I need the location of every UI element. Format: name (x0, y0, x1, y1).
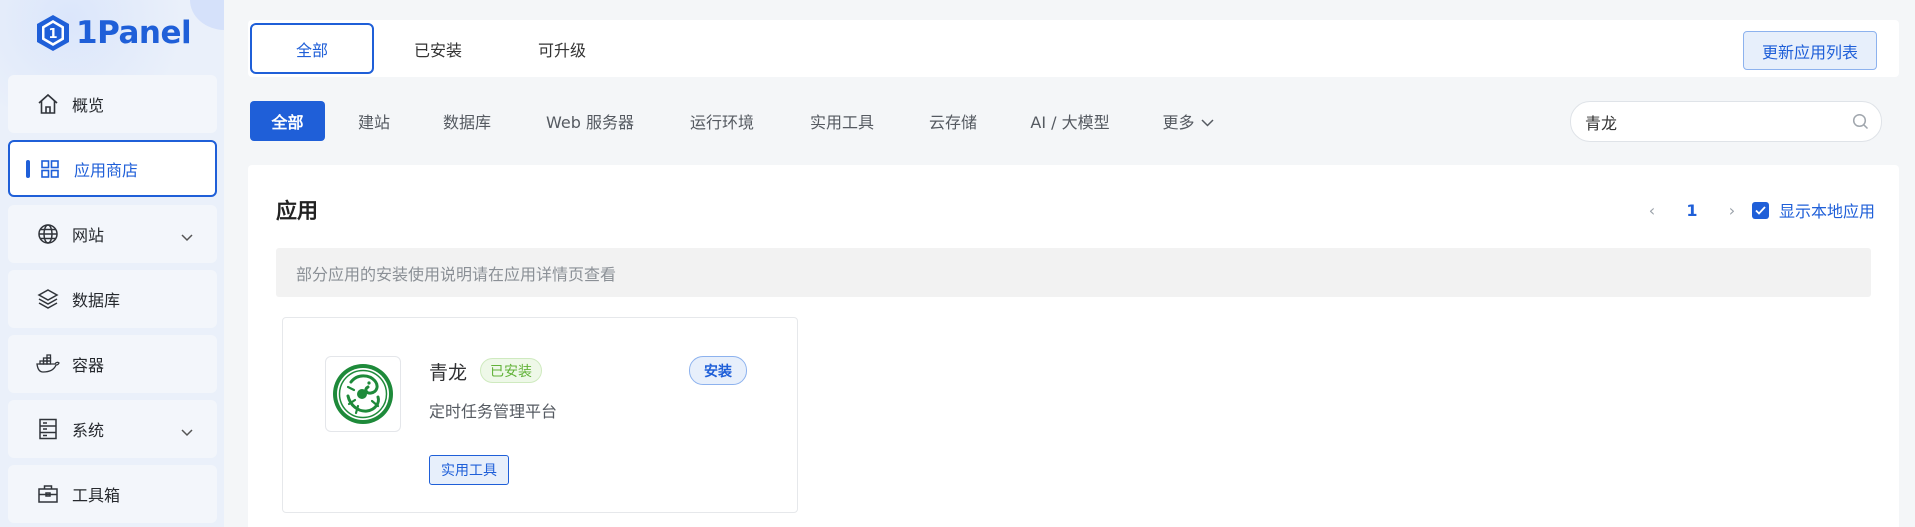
search-icon[interactable] (1852, 113, 1869, 134)
tab-upgradable[interactable]: 可升级 (502, 23, 622, 74)
check-icon (1755, 205, 1766, 215)
layers-icon (36, 287, 60, 311)
apps-panel: 应用 ‹ 1 › 显示本地应用 部分应用的安装使用说明请在应用详情页查看 青龙 … (248, 165, 1899, 527)
app-category-tag[interactable]: 实用工具 (429, 455, 509, 485)
pagination: ‹ 1 › 显示本地应用 (1642, 198, 1875, 222)
show-local-checkbox[interactable] (1751, 201, 1769, 219)
sidebar-item-overview[interactable]: 概览 (8, 75, 217, 133)
logo-icon: 1 (37, 15, 69, 51)
sidebar-item-label: 网站 (72, 226, 105, 245)
chevron-down-icon (1200, 112, 1214, 131)
top-tab-bar: 全部 已安装 可升级 更新应用列表 (248, 20, 1899, 77)
chevron-right-icon[interactable]: › (1722, 201, 1742, 220)
category-web-server[interactable]: Web 服务器 (532, 101, 648, 141)
chevron-down-icon (181, 422, 193, 441)
qinglong-logo-icon (325, 356, 401, 432)
sidebar-item-app-store[interactable]: 应用商店 (8, 140, 217, 197)
sidebar-item-database[interactable]: 数据库 (8, 270, 217, 328)
category-more[interactable]: 更多 (1152, 101, 1224, 141)
sidebar-item-label: 概览 (72, 96, 105, 115)
category-ai[interactable]: AI / 大模型 (1020, 101, 1120, 141)
search-input-value: 青龙 (1585, 113, 1618, 133)
home-icon (36, 92, 60, 116)
app-name: 青龙 (429, 362, 468, 384)
tab-installed[interactable]: 已安装 (378, 23, 498, 74)
sidebar-item-container[interactable]: 容器 (8, 335, 217, 393)
toolbox-icon (36, 482, 60, 506)
installed-badge: 已安装 (480, 358, 542, 383)
sidebar-item-label: 工具箱 (72, 486, 121, 505)
sidebar-item-label: 数据库 (72, 291, 121, 310)
docker-icon (36, 352, 60, 376)
app-description: 定时任务管理平台 (429, 402, 558, 421)
sidebar-item-system[interactable]: 系统 (8, 400, 217, 458)
sidebar-item-label: 系统 (72, 421, 105, 440)
sidebar-item-label: 应用商店 (74, 160, 139, 180)
brand-logo[interactable]: 1 1Panel (36, 12, 192, 54)
search-input[interactable]: 青龙 (1570, 101, 1882, 142)
tab-all[interactable]: 全部 (250, 23, 374, 74)
category-tools[interactable]: 实用工具 (796, 101, 888, 141)
brand-name: 1Panel (76, 15, 192, 51)
category-website[interactable]: 建站 (344, 101, 404, 141)
category-database[interactable]: 数据库 (428, 101, 506, 141)
show-local-label[interactable]: 显示本地应用 (1779, 198, 1875, 222)
grid-icon (38, 157, 62, 181)
sidebar-item-website[interactable]: 网站 (8, 205, 217, 263)
page-title: 应用 (276, 199, 318, 223)
sidebar-item-label: 容器 (72, 356, 105, 375)
page-number[interactable]: 1 (1662, 201, 1722, 220)
app-card[interactable]: 青龙 已安装 安装 定时任务管理平台 实用工具 (282, 317, 798, 513)
server-icon (36, 417, 60, 441)
category-runtime[interactable]: 运行环境 (678, 101, 766, 141)
category-more-label: 更多 (1162, 113, 1195, 132)
chevron-down-icon (181, 227, 193, 246)
svg-text:1: 1 (48, 27, 57, 42)
notice-banner: 部分应用的安装使用说明请在应用详情页查看 (276, 248, 1871, 297)
sidebar: 1 1Panel 概览 应用商店 网站 数据库 容器 系统 工具箱 (0, 0, 224, 527)
sidebar-item-toolbox[interactable]: 工具箱 (8, 465, 217, 523)
install-button[interactable]: 安装 (689, 356, 747, 385)
chevron-left-icon[interactable]: ‹ (1642, 201, 1662, 220)
category-all[interactable]: 全部 (250, 101, 325, 141)
globe-icon (36, 222, 60, 246)
update-app-list-button[interactable]: 更新应用列表 (1742, 31, 1877, 70)
category-storage[interactable]: 云存储 (917, 101, 989, 141)
